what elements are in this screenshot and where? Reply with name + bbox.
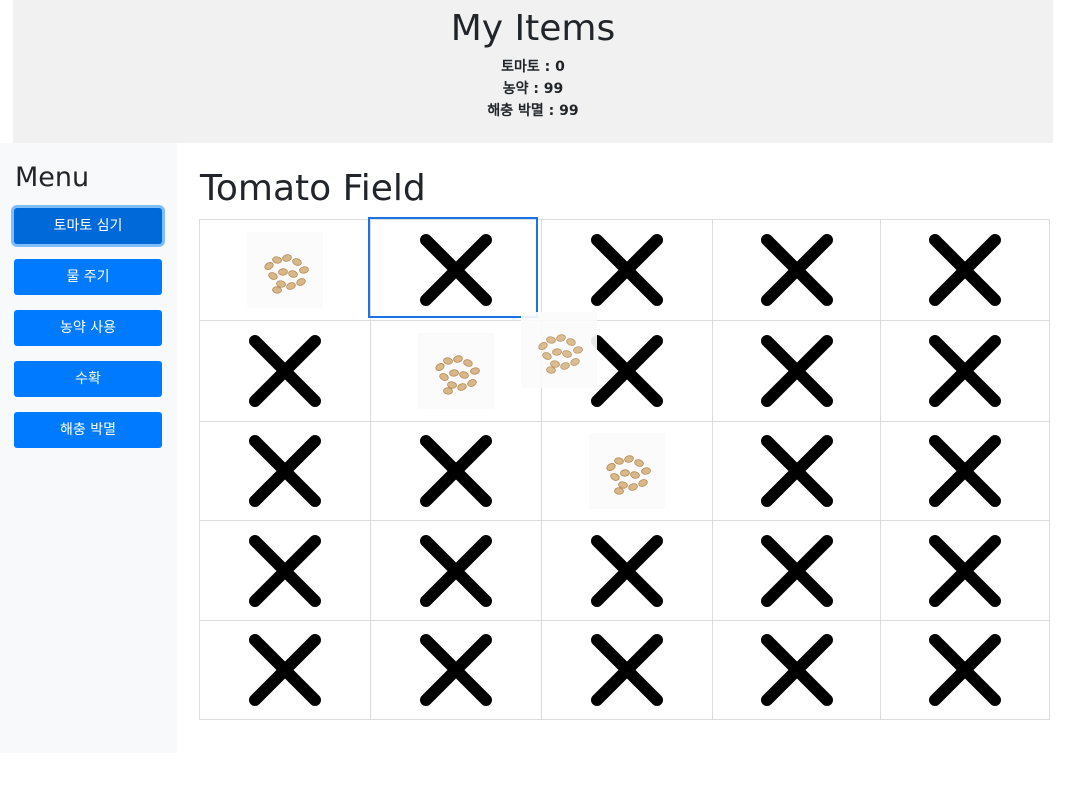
tomato-seeds-icon (589, 433, 665, 509)
field-cell[interactable] (880, 320, 1050, 422)
x-icon (591, 335, 663, 407)
field-cell[interactable] (541, 219, 713, 321)
pest-control-button[interactable]: 해충 박멸 (14, 412, 162, 448)
tomato-seeds-icon (247, 232, 323, 308)
x-icon (929, 534, 1001, 607)
tomato-seeds-icon (521, 312, 597, 388)
field-cell[interactable] (712, 421, 881, 521)
field-cell[interactable] (712, 520, 881, 621)
field-cell[interactable] (370, 421, 542, 521)
field-cell[interactable] (880, 421, 1050, 521)
tomato-field-grid (199, 219, 1050, 720)
items-list: 토마토 : 0 농약 : 99 해충 박멸 : 99 (13, 56, 1053, 122)
x-icon (249, 634, 321, 706)
field-row (199, 620, 1050, 720)
field-title: Tomato Field (200, 168, 426, 209)
field-cell[interactable] (541, 620, 713, 720)
x-icon (591, 634, 663, 706)
x-icon (591, 534, 663, 607)
x-icon (420, 534, 492, 607)
field-cell[interactable] (370, 320, 542, 422)
use-pesticide-button[interactable]: 농약 사용 (14, 310, 162, 346)
water-button[interactable]: 물 주기 (14, 259, 162, 295)
field-cell[interactable] (712, 320, 881, 422)
tomato-seeds-icon (418, 333, 494, 409)
x-icon (760, 234, 833, 306)
x-icon (420, 234, 492, 306)
harvest-button[interactable]: 수확 (14, 361, 162, 397)
field-row (199, 421, 1050, 521)
sidebar-menu: Menu 토마토 심기 물 주기 농약 사용 수확 해충 박멸 (0, 143, 177, 753)
plant-tomato-button[interactable]: 토마토 심기 (14, 208, 162, 244)
field-cell[interactable] (199, 620, 371, 720)
field-cell[interactable] (370, 620, 542, 720)
field-cell[interactable] (199, 520, 371, 621)
x-icon (760, 335, 833, 407)
x-icon (420, 435, 492, 507)
field-cell[interactable] (541, 421, 713, 521)
field-row (199, 320, 1050, 422)
menu-title: Menu (15, 162, 90, 193)
field-cell[interactable] (370, 520, 542, 621)
x-icon (760, 435, 833, 507)
field-cell[interactable] (880, 620, 1050, 720)
field-row (199, 219, 1050, 321)
field-cell[interactable] (370, 219, 542, 321)
dragging-seed-image (521, 312, 597, 388)
item-pesticide-count: 농약 : 99 (502, 81, 564, 97)
x-icon (929, 634, 1001, 706)
field-cell[interactable] (712, 219, 881, 321)
items-header: My Items 토마토 : 0 농약 : 99 해충 박멸 : 99 (13, 0, 1053, 143)
x-icon (249, 435, 321, 507)
x-icon (249, 534, 321, 607)
x-icon (760, 534, 833, 607)
field-row (199, 520, 1050, 621)
item-pest-control-count: 해충 박멸 : 99 (487, 103, 579, 119)
field-cell[interactable] (541, 520, 713, 621)
x-icon (929, 335, 1001, 407)
x-icon (929, 435, 1001, 507)
x-icon (420, 634, 492, 706)
x-icon (249, 335, 321, 407)
field-cell[interactable] (199, 219, 371, 321)
field-cell[interactable] (880, 219, 1050, 321)
field-cell[interactable] (880, 520, 1050, 621)
x-icon (929, 234, 1001, 306)
x-icon (591, 234, 663, 306)
field-cell[interactable] (199, 320, 371, 422)
item-tomato-count: 토마토 : 0 (501, 59, 565, 75)
items-title: My Items (450, 8, 616, 49)
x-icon (760, 634, 833, 706)
field-cell[interactable] (712, 620, 881, 720)
field-cell[interactable] (199, 421, 371, 521)
